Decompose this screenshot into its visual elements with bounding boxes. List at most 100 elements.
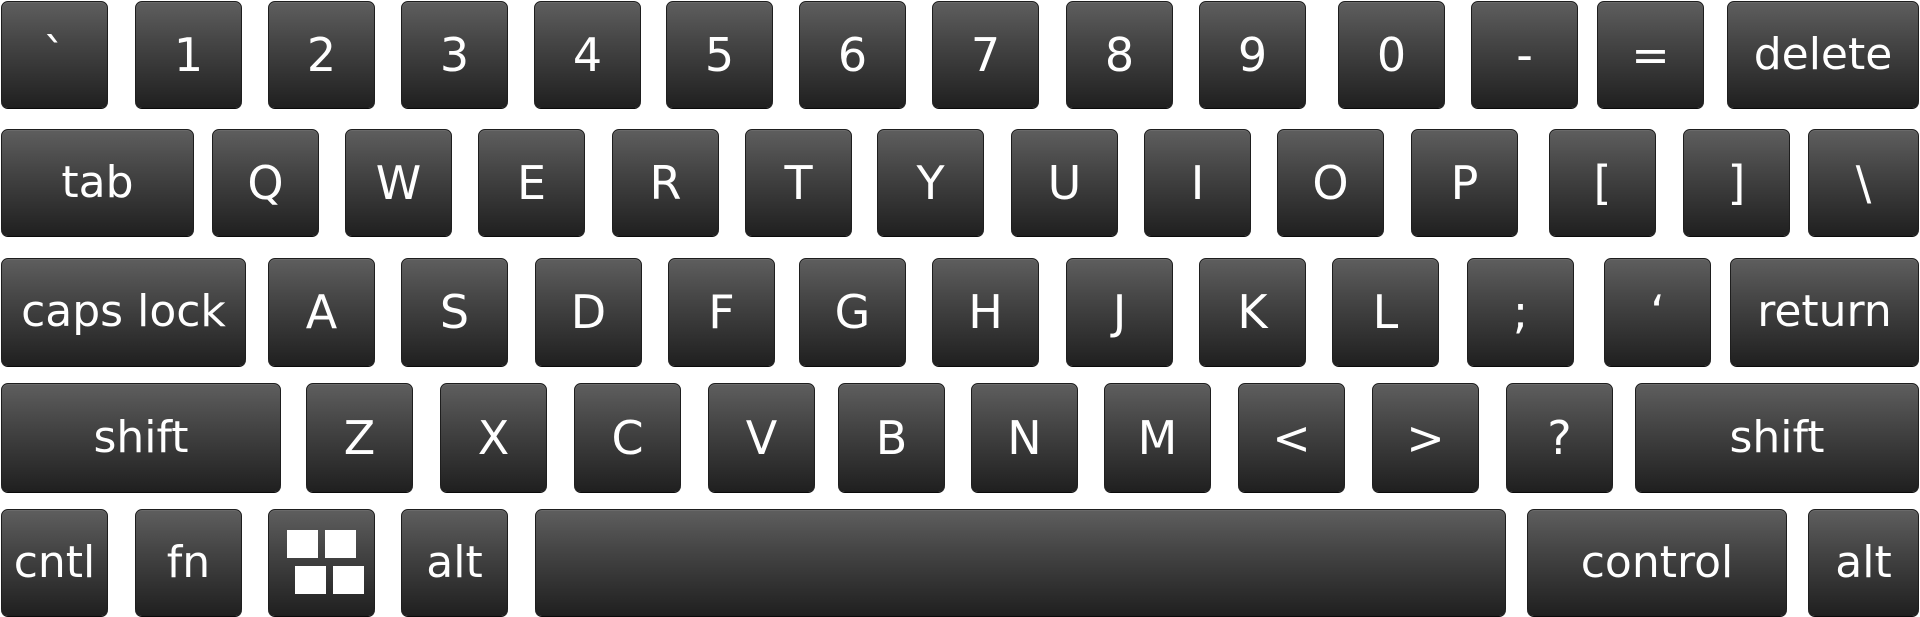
key-greater-than[interactable]: > [1372, 383, 1479, 492]
key-label: alt [426, 536, 483, 588]
key-3[interactable]: 3 [401, 1, 508, 108]
key-label: A [305, 285, 338, 339]
key-label: 8 [1104, 27, 1135, 82]
key-label: 7 [970, 27, 1001, 82]
key-a[interactable]: A [268, 258, 375, 366]
key-label: ? [1547, 410, 1572, 465]
key-label: U [1047, 155, 1082, 210]
key-label: Y [916, 155, 945, 210]
key-label: L [1372, 285, 1399, 339]
key-equals[interactable]: = [1597, 1, 1704, 108]
key-z[interactable]: Z [306, 383, 413, 492]
key-label: 6 [837, 27, 868, 82]
key-label: X [477, 410, 510, 465]
key-tab[interactable]: tab [1, 129, 194, 236]
key-r[interactable]: R [612, 129, 719, 236]
key-label: Z [343, 410, 376, 465]
key-delete[interactable]: delete [1727, 1, 1919, 108]
key-shift-right[interactable]: shift [1635, 383, 1919, 492]
key-backtick[interactable]: ` [1, 1, 108, 108]
key-label: 5 [704, 27, 735, 82]
key-6[interactable]: 6 [799, 1, 906, 108]
key-4[interactable]: 4 [534, 1, 641, 108]
four-squares-icon [283, 528, 364, 598]
key-h[interactable]: H [932, 258, 1039, 366]
key-label: ; [1512, 285, 1529, 339]
key-label: alt [1835, 536, 1892, 588]
key-shift-left[interactable]: shift [1, 383, 281, 492]
key-quote[interactable]: ‘ [1604, 258, 1711, 366]
key-k[interactable]: K [1199, 258, 1306, 366]
keyboard: ` 1 2 3 4 5 6 7 8 9 0 - = delete tab Q W… [0, 0, 1920, 617]
key-0[interactable]: 0 [1338, 1, 1445, 108]
key-w[interactable]: W [345, 129, 452, 236]
key-label: shift [93, 411, 189, 463]
key-space[interactable] [535, 509, 1506, 616]
key-y[interactable]: Y [877, 129, 984, 236]
key-s[interactable]: S [401, 258, 508, 366]
key-label: ` [43, 27, 66, 82]
key-label: N [1007, 410, 1042, 465]
key-1[interactable]: 1 [135, 1, 242, 108]
key-d[interactable]: D [535, 258, 642, 366]
key-alt-right[interactable]: alt [1808, 509, 1919, 616]
key-n[interactable]: N [971, 383, 1078, 492]
key-x[interactable]: X [440, 383, 547, 492]
key-cntl[interactable]: cntl [1, 509, 108, 616]
key-minus[interactable]: - [1471, 1, 1578, 108]
key-caps-lock[interactable]: caps lock [1, 258, 246, 366]
key-g[interactable]: G [799, 258, 906, 366]
key-label: C [611, 410, 644, 465]
key-v[interactable]: V [708, 383, 815, 492]
key-8[interactable]: 8 [1066, 1, 1173, 108]
key-label: O [1312, 155, 1349, 210]
key-return[interactable]: return [1730, 258, 1919, 366]
key-label: M [1137, 410, 1178, 465]
key-label: R [649, 155, 682, 210]
key-5[interactable]: 5 [666, 1, 773, 108]
key-label: B [875, 410, 908, 465]
key-label: 0 [1376, 27, 1407, 82]
key-label: cntl [13, 536, 96, 588]
key-7[interactable]: 7 [932, 1, 1039, 108]
key-label: caps lock [21, 286, 226, 337]
key-less-than[interactable]: < [1238, 383, 1345, 492]
key-label: V [745, 410, 778, 465]
key-j[interactable]: J [1066, 258, 1173, 366]
key-l[interactable]: L [1332, 258, 1439, 366]
key-c[interactable]: C [574, 383, 681, 492]
key-right-bracket[interactable]: ] [1683, 129, 1790, 236]
key-label: control [1580, 536, 1734, 588]
key-b[interactable]: B [838, 383, 945, 492]
key-label: D [570, 285, 607, 339]
key-label: 1 [173, 27, 204, 82]
key-os[interactable] [268, 509, 375, 616]
key-label: J [1112, 285, 1127, 339]
key-q[interactable]: Q [212, 129, 319, 236]
key-label: fn [166, 536, 211, 588]
key-fn[interactable]: fn [135, 509, 242, 616]
key-t[interactable]: T [745, 129, 852, 236]
key-u[interactable]: U [1011, 129, 1118, 236]
key-p[interactable]: P [1411, 129, 1518, 236]
key-m[interactable]: M [1104, 383, 1211, 492]
key-control[interactable]: control [1527, 509, 1787, 616]
key-2[interactable]: 2 [268, 1, 375, 108]
key-label: > [1406, 410, 1445, 465]
key-label: return [1757, 286, 1892, 337]
key-label: ‘ [1650, 285, 1665, 339]
key-label: 2 [306, 27, 337, 82]
key-label: F [708, 285, 735, 339]
key-o[interactable]: O [1277, 129, 1384, 236]
key-label: shift [1729, 411, 1825, 463]
key-left-bracket[interactable]: [ [1549, 129, 1656, 236]
key-e[interactable]: E [478, 129, 585, 236]
key-question[interactable]: ? [1506, 383, 1613, 492]
key-label: \ [1855, 155, 1872, 210]
key-f[interactable]: F [668, 258, 775, 366]
key-9[interactable]: 9 [1199, 1, 1306, 108]
key-backslash[interactable]: \ [1808, 129, 1919, 236]
key-alt-left[interactable]: alt [401, 509, 508, 616]
key-i[interactable]: I [1144, 129, 1251, 236]
key-semicolon[interactable]: ; [1467, 258, 1574, 366]
